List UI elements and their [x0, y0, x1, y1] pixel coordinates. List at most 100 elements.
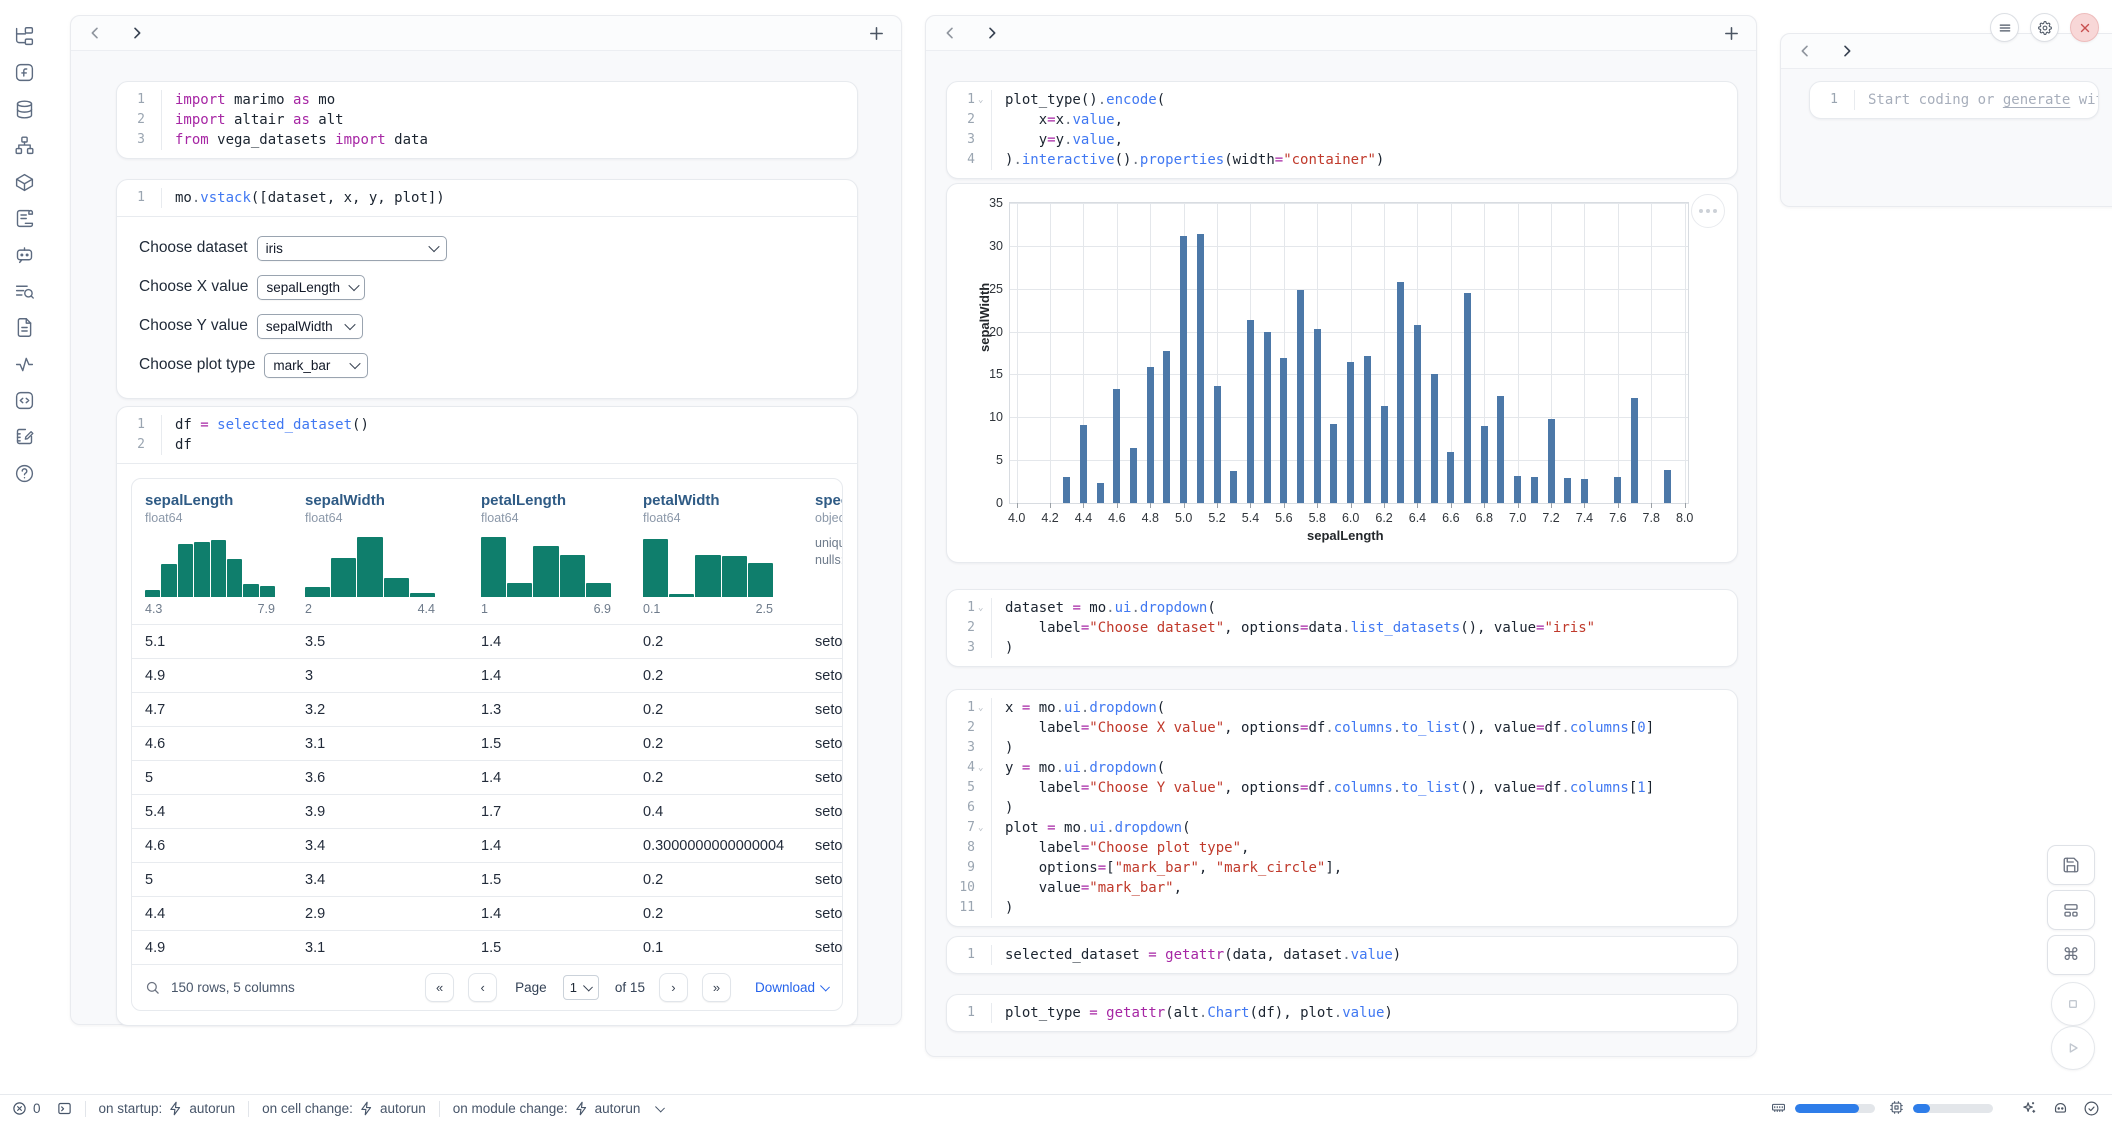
bot-chat-icon[interactable] [14, 244, 35, 265]
dropdown-dataset[interactable]: iris [257, 236, 447, 261]
column-header-sepalWidth[interactable]: sepalWidthfloat6424.4 [292, 492, 468, 624]
package-icon[interactable] [14, 172, 35, 193]
fold-caret-icon[interactable]: ⌄ [978, 758, 985, 778]
column-dtype: float64 [481, 511, 630, 525]
y-axis-title: sepalWidth [977, 283, 992, 352]
column-header-petalLength[interactable]: petalLengthfloat6416.9 [468, 492, 630, 624]
file-tree-icon[interactable] [14, 26, 35, 47]
prev-page-button[interactable]: ‹ [468, 973, 497, 1002]
dropdown-plot-type[interactable]: mark_bar [264, 353, 368, 378]
page-select[interactable]: 1 [563, 975, 599, 1000]
shutdown-button[interactable] [2070, 13, 2099, 42]
add-cell-icon[interactable] [1723, 25, 1740, 42]
chart-plot[interactable]: 051015202530354.04.24.44.64.85.05.25.45.… [1009, 202, 1689, 504]
x-tick-label: 5.6 [1275, 511, 1292, 525]
scroll-icon[interactable] [14, 208, 35, 229]
gridline [1010, 289, 1688, 290]
chart-menu-button[interactable] [1691, 194, 1725, 228]
code-line: 8 label="Choose plot type", [947, 838, 1737, 858]
table-row[interactable]: 4.42.91.40.2setosa [132, 896, 842, 930]
terminal-icon[interactable] [57, 1101, 72, 1116]
error-indicator[interactable]: 0 [12, 1101, 41, 1116]
chevron-right-icon[interactable] [984, 25, 1000, 41]
table-row[interactable]: 5.43.91.70.4setosa [132, 794, 842, 828]
scratchpad-editor[interactable]: 1Start coding or generate with AI. [1810, 82, 2098, 118]
table-row[interactable]: 5.13.51.40.2setosa [132, 624, 842, 658]
chevron-left-icon[interactable] [87, 25, 103, 41]
fold-caret-icon[interactable]: ⌄ [978, 698, 985, 718]
error-count: 0 [33, 1101, 41, 1116]
code-text: Start coding or generate with AI. [1855, 90, 2099, 110]
table-row[interactable]: 4.93.11.50.1setosa [132, 930, 842, 964]
check-circle-icon[interactable] [2083, 1100, 2100, 1117]
menu-button[interactable] [1990, 13, 2019, 42]
code-editor-xyplot[interactable]: 1⌄x = mo.ui.dropdown(2 label="Choose X v… [947, 690, 1737, 926]
function-square-icon[interactable] [14, 62, 35, 83]
fold-caret-icon[interactable]: ⌄ [978, 818, 985, 838]
run-button[interactable] [2051, 1026, 2095, 1070]
column-header-petalWidth[interactable]: petalWidthfloat640.12.5 [630, 492, 802, 624]
file-text-icon[interactable] [14, 317, 35, 338]
code-square-icon[interactable] [14, 390, 35, 411]
x-tick-label: 6.6 [1442, 511, 1459, 525]
table-row[interactable]: 4.73.21.30.2setosa [132, 692, 842, 726]
chevron-left-icon[interactable] [1797, 43, 1813, 59]
keyboard-shortcuts-button[interactable]: ⌘ [2047, 935, 2095, 975]
on-cell-change-setting[interactable]: on cell change: autorun [262, 1101, 426, 1116]
code-text: plot_type().encode( [992, 90, 1165, 110]
column-stats: unique:nulls: [815, 535, 842, 569]
dropdown-x-value[interactable]: sepalLength [257, 275, 365, 300]
add-cell-icon[interactable] [868, 25, 885, 42]
line-number: 1 [947, 945, 992, 965]
column-header-species[interactable]: speciesobjectunique:nulls: [802, 492, 842, 624]
notebook-pen-icon[interactable] [14, 426, 35, 447]
chevron-right-icon[interactable] [1839, 43, 1855, 59]
last-page-button[interactable]: » [702, 973, 731, 1002]
copilot-icon[interactable] [2052, 1100, 2069, 1117]
x-tick-label: 5.4 [1242, 511, 1259, 525]
y-tick-label: 10 [989, 410, 1010, 424]
table-cell: setosa [802, 770, 842, 786]
activity-icon[interactable] [14, 354, 35, 375]
workflow-icon[interactable] [14, 135, 35, 156]
save-button[interactable] [2047, 845, 2095, 885]
code-editor-vstack[interactable]: 1mo.vstack([dataset, x, y, plot]) [117, 180, 857, 216]
next-page-button[interactable]: › [659, 973, 688, 1002]
line-number: 1 [947, 1003, 992, 1023]
first-page-button[interactable]: « [425, 973, 454, 1002]
code-editor-selected[interactable]: 1selected_dataset = getattr(data, datase… [947, 937, 1737, 973]
table-row[interactable]: 53.61.40.2setosa [132, 760, 842, 794]
code-editor-df[interactable]: 1df = selected_dataset()2df [117, 407, 857, 463]
layout-button[interactable] [2047, 890, 2095, 930]
list-search-icon[interactable] [14, 281, 35, 302]
code-editor-plot[interactable]: 1⌄plot_type().encode(2 x=x.value,3 y=y.v… [947, 82, 1737, 178]
table-row[interactable]: 4.63.41.40.3000000000000004setosa [132, 828, 842, 862]
code-text: df = selected_dataset() [162, 415, 369, 435]
download-button[interactable]: Download [755, 980, 829, 995]
table-row[interactable]: 4.931.40.2setosa [132, 658, 842, 692]
column-header-sepalLength[interactable]: sepalLengthfloat644.37.9 [132, 492, 292, 624]
code-editor-dataset[interactable]: 1⌄dataset = mo.ui.dropdown(2 label="Choo… [947, 590, 1737, 666]
search-icon[interactable] [145, 980, 161, 996]
chevron-left-icon[interactable] [942, 25, 958, 41]
y-tick-label: 5 [996, 453, 1010, 467]
table-row[interactable]: 53.41.50.2setosa [132, 862, 842, 896]
dropdown-y-value[interactable]: sepalWidth [257, 314, 363, 339]
cpu-usage-meter [1913, 1104, 1993, 1113]
on-startup-setting[interactable]: on startup: autorun [99, 1101, 236, 1116]
code-editor-ptype[interactable]: 1plot_type = getattr(alt.Chart(df), plot… [947, 995, 1737, 1031]
help-circle-icon[interactable] [14, 463, 35, 484]
gridline [1685, 203, 1686, 503]
sparkles-icon[interactable] [2021, 1100, 2038, 1117]
code-editor-imports[interactable]: 1import marimo as mo2import altair as al… [117, 82, 857, 158]
chart-bar [1414, 325, 1421, 503]
database-icon[interactable] [14, 99, 35, 120]
stop-button[interactable] [2051, 982, 2095, 1026]
on-module-change-setting[interactable]: on module change: autorun [453, 1101, 665, 1116]
chevron-right-icon[interactable] [129, 25, 145, 41]
fold-caret-icon[interactable]: ⌄ [978, 90, 985, 110]
table-row[interactable]: 4.63.11.50.2setosa [132, 726, 842, 760]
fold-caret-icon[interactable]: ⌄ [978, 598, 985, 618]
settings-button[interactable] [2030, 13, 2059, 42]
x-tick-mark [1618, 503, 1619, 508]
